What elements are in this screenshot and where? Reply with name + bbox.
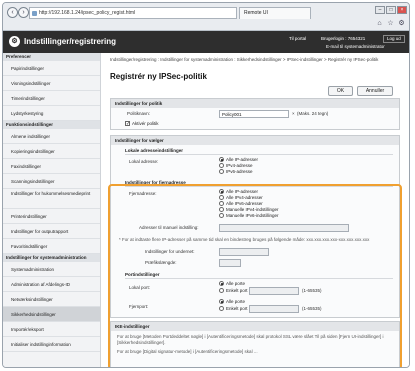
sidebar-item-system-admin[interactable]: Systemadministration [3,262,100,277]
sidebar-item-timer[interactable]: Timerindstillinger [3,91,100,106]
sidebar-item-printer[interactable]: Printerindstillinger [3,209,100,224]
enable-policy-checkbox[interactable]: ✓ Aktivér politik [125,121,159,127]
ike-note-1: For at bruge [Metoden Portdeddeltet nøgl… [117,334,384,345]
sidebar-item-initialize[interactable]: Initialiser indstillinginformation [3,337,100,352]
enable-policy-label: Aktivér politik [132,121,159,126]
policy-name-input[interactable]: Policy001 [219,110,289,118]
browser-tab[interactable]: Remote UI [239,7,311,19]
mail-admin-link[interactable]: E-mail til systemadministrator [326,43,385,51]
sidebar-item-output-report[interactable]: Indstillinger for outputrapport [3,224,100,239]
sidebar-item-import-export[interactable]: Importér/eksport [3,322,100,337]
minimize-icon[interactable]: – [375,6,385,14]
sidebar-item-media-print[interactable]: Indstillinger for hukommelsesmedieprint [3,189,100,209]
clear-icon[interactable]: × [292,111,295,116]
radio-selected-icon [219,157,224,162]
browser-window: ‹ › http://192.168.1.24/ipsec_policy_reg… [2,2,410,368]
policy-section-title: Indstillinger for politik [111,99,399,108]
checkmark-icon: ✓ [125,121,131,127]
ok-button[interactable]: OK [328,86,353,96]
radio-label: IPv6-adresse [226,169,253,174]
sidebar-item-security[interactable]: Sikkerhedsindstillinger [3,307,100,322]
sidebar-item-dept-id[interactable]: Administration af Afdelings-ID [3,277,100,292]
sidebar-head-functions: Funktionsindstillinger [3,121,100,129]
page-icon [32,11,37,16]
selector-section-title: Indstillinger for vælger [111,136,399,145]
home-icon[interactable]: ⌂ [375,19,384,28]
sidebar-item-network[interactable]: Netværksindstillinger [3,292,100,307]
local-ipv4-radio[interactable]: IPv4-adresse [219,163,253,168]
sidebar-item-display[interactable]: Visningsindstillinger [3,76,100,91]
ike-section-title: IKE-indstillinger [111,322,399,331]
radio-icon [219,169,224,174]
sidebar-head-sysadmin: Indstillinger for systemadministration [3,254,100,262]
app-title: Indstillinger/registrering [24,37,117,46]
back-icon[interactable]: ‹ [7,7,18,18]
sidebar-item-scan[interactable]: Scanningsindstillinger [3,174,100,189]
app-header: ⚙ Indstillinger/registrering Til portal … [3,31,409,53]
user-label: Brugerlogin : 7654321 [321,36,366,41]
cancel-button[interactable]: Annuller [357,86,393,96]
ike-note-2: For at bruge [Digital signatur-metode] i… [117,349,258,354]
local-address-head: Lokale adresseindstillinger [125,148,184,153]
radio-label: Alle IP-adresser [226,157,259,162]
close-icon[interactable]: × [397,6,407,14]
address-bar[interactable]: http://192.168.1.24/ipsec_policy_regist.… [29,7,237,19]
main-content: Indstillinger/registrering : Indstilling… [103,53,409,367]
sidebar-item-favorites[interactable]: Favoritindstillinger [3,239,100,254]
star-icon[interactable]: ☆ [386,19,395,28]
local-all-ip-radio[interactable]: Alle IP-adresser [219,157,258,162]
divider [125,154,393,155]
policy-name-label: Politiknavn: [127,111,151,116]
policy-name-hint: (Maks. 24 tegn) [297,111,329,116]
local-ipv6-radio[interactable]: IPv6-adresse [219,169,253,174]
logout-button[interactable]: Log ud [383,35,405,43]
sidebar-item-volume[interactable]: Lydstyrkestyring [3,106,100,121]
url-text: http://192.168.1.24/ipsec_policy_regist.… [39,10,136,16]
radio-icon [219,163,224,168]
sidebar-item-paper[interactable]: Papirindstillinger [3,61,100,76]
sidebar-item-fax[interactable]: Faxindstillinger [3,159,100,174]
gear-icon[interactable]: ⚙ [397,19,406,28]
policy-section: Indstillinger for politik Politiknavn: P… [110,98,400,130]
settings-logo-icon: ⚙ [9,36,20,47]
local-address-label: Lokal adresse: [129,159,159,164]
forward-icon[interactable]: › [18,7,29,18]
tab-title: Remote UI [244,10,268,16]
sidebar-item-copy[interactable]: Kopieringsindstillinger [3,144,100,159]
ike-section: IKE-indstillinger For at bruge [Metoden … [110,321,400,367]
radio-label: IPv4-adresse [226,163,253,168]
sidebar: Preferencer Papirindstillinger Visningsi… [3,53,101,367]
sidebar-item-common[interactable]: Almene indstillinger [3,129,100,144]
browser-chrome: ‹ › http://192.168.1.24/ipsec_policy_reg… [3,3,409,31]
portal-link[interactable]: Til portal [289,35,306,43]
breadcrumb: Indstillinger/registrering : Indstilling… [110,57,379,62]
page-title: Registrér ny IPSec-politik [110,72,207,81]
maximize-icon[interactable]: □ [386,6,396,14]
sidebar-head-preferences: Preferencer [3,53,100,61]
